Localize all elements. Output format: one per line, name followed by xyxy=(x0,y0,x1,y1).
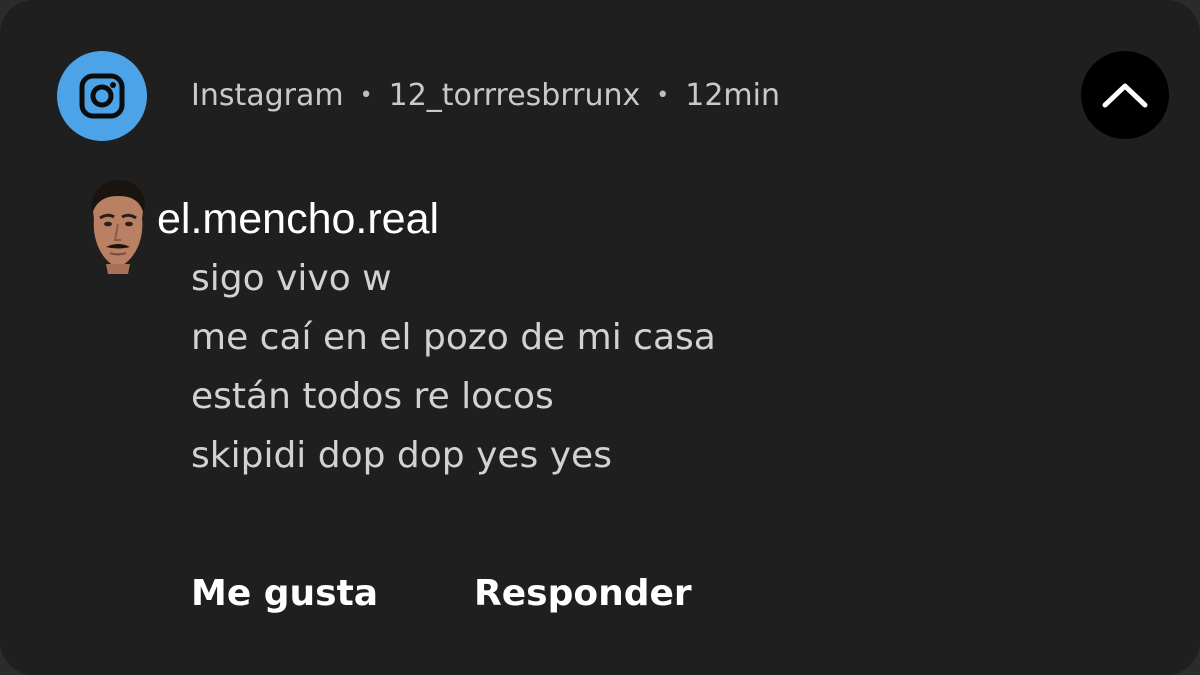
separator-dot: • xyxy=(359,82,373,108)
account-name: 12_torrresbrrunx xyxy=(388,77,641,113)
message-line: skipidi dop dop yes yes xyxy=(191,435,612,476)
collapse-button[interactable] xyxy=(1081,51,1169,139)
app-name: Instagram xyxy=(191,77,344,113)
reply-button[interactable]: Responder xyxy=(474,566,692,622)
separator-dot: • xyxy=(656,82,670,108)
message-line: me caí en el pozo de mi casa xyxy=(191,317,716,358)
sender-name: el.mencho.real xyxy=(157,195,440,243)
notification-header: Instagram • 12_torrresbrrunx • 12min xyxy=(191,73,780,117)
message-body: sigo vivo w me caí en el pozo de mi casa… xyxy=(191,253,716,489)
chevron-up-icon xyxy=(1102,83,1148,108)
message-line: están todos re locos xyxy=(191,376,554,417)
avatar xyxy=(80,178,154,274)
timestamp: 12min xyxy=(685,77,780,113)
message-line: sigo vivo w xyxy=(191,258,392,299)
like-button[interactable]: Me gusta xyxy=(191,566,378,622)
instagram-icon xyxy=(57,51,147,141)
instagram-glyph xyxy=(79,73,125,119)
instagram-notification-card[interactable]: Instagram • 12_torrresbrrunx • 12min el.… xyxy=(0,0,1200,675)
